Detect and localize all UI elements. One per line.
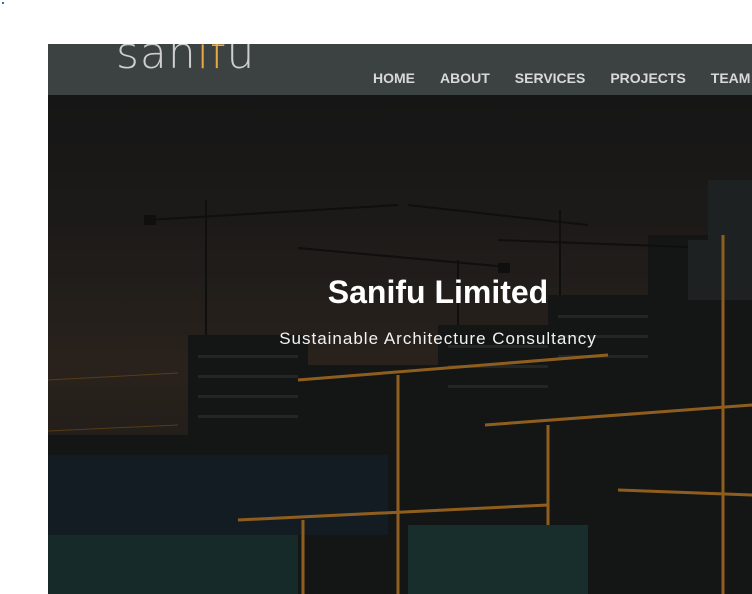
logo-text-part1: san — [116, 44, 197, 79]
nav-team[interactable]: TEAM — [711, 70, 751, 86]
header-bar: sanifu HOME ABOUT SERVICES PROJECTS TEAM — [48, 44, 752, 95]
logo-text-part2: if — [196, 44, 227, 79]
main-nav: HOME ABOUT SERVICES PROJECTS TEAM — [373, 70, 752, 86]
nav-about[interactable]: ABOUT — [440, 70, 490, 86]
website-page: sanifu HOME ABOUT SERVICES PROJECTS TEAM — [48, 44, 752, 594]
hero-title: Sanifu Limited — [327, 274, 549, 310]
hero-subtitle: Sustainable Architecture Consultancy — [279, 329, 597, 348]
brand-logo[interactable]: sanifu — [116, 44, 255, 80]
nav-services[interactable]: SERVICES — [515, 70, 586, 86]
nav-projects[interactable]: PROJECTS — [610, 70, 685, 86]
corner-dot — [2, 2, 4, 4]
hero-section: Sanifu Limited Sustainable Architecture … — [48, 95, 752, 594]
logo-text-part3: u — [226, 44, 256, 79]
nav-home[interactable]: HOME — [373, 70, 415, 86]
